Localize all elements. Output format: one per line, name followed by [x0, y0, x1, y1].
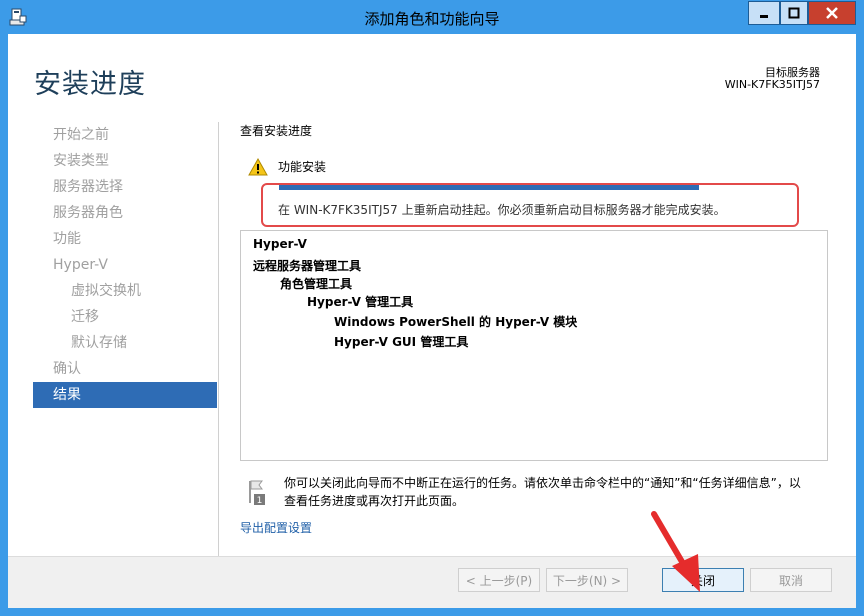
nav-item-virtual-switches[interactable]: 虚拟交换机 [33, 278, 217, 304]
result-item: Windows PowerShell 的 Hyper-V 模块 [334, 315, 578, 329]
next-button[interactable]: 下一步(N) > [546, 568, 628, 592]
window-title: 添加角色和功能向导 [364, 10, 500, 28]
result-item: 远程服务器管理工具 [253, 259, 362, 273]
nav-item-features[interactable]: 功能 [33, 226, 217, 252]
nav-divider [218, 122, 219, 556]
nav-item-default-stores[interactable]: 默认存储 [33, 330, 217, 356]
title-bar[interactable]: 添加角色和功能向导 [0, 0, 864, 34]
wizard-window: 添加角色和功能向导 安装进度 目标服务器 WIN-K7FK35ITJ57 开始之… [0, 0, 864, 616]
nav-item-before-you-begin[interactable]: 开始之前 [33, 122, 217, 148]
section-label: 查看安装进度 [240, 124, 313, 138]
warning-icon [248, 158, 268, 176]
minimize-button[interactable] [748, 1, 780, 25]
close-window-button[interactable] [808, 1, 856, 25]
nav-item-installation-type[interactable]: 安装类型 [33, 148, 217, 174]
maximize-icon [788, 7, 800, 19]
result-item: 角色管理工具 [280, 277, 353, 291]
nav-item-results[interactable]: 结果 [33, 382, 217, 408]
note-line-2: 查看任务进度或再次打开此页面。 [284, 494, 465, 508]
wizard-footer: < 上一步(P) 下一步(N) > 关闭 取消 [8, 557, 856, 608]
nav-item-hyper-v[interactable]: Hyper-V [33, 252, 217, 278]
destination-server-name: WIN-K7FK35ITJ57 [724, 78, 820, 91]
svg-text:1: 1 [257, 496, 263, 506]
note-line-1: 你可以关闭此向导而不中断正在运行的任务。请依次单击命令栏中的“通知”和“任务详细… [284, 476, 801, 490]
close-icon [826, 7, 838, 19]
status-title: 功能安装 [278, 160, 327, 174]
nav-item-server-selection[interactable]: 服务器选择 [33, 174, 217, 200]
result-item: Hyper-V GUI 管理工具 [334, 335, 469, 349]
export-configuration-link[interactable]: 导出配置设置 [240, 519, 312, 536]
result-item: Hyper-V [253, 237, 307, 251]
results-list[interactable]: Hyper-V 远程服务器管理工具 角色管理工具 Hyper-V 管理工具 Wi… [240, 230, 828, 461]
highlight-annotation-box [261, 183, 799, 227]
close-wizard-note: 你可以关闭此向导而不中断正在运行的任务。请依次单击命令栏中的“通知”和“任务详细… [284, 474, 836, 510]
wizard-client-area: 安装进度 目标服务器 WIN-K7FK35ITJ57 开始之前 安装类型 服务器… [8, 34, 856, 608]
cancel-button[interactable]: 取消 [750, 568, 832, 592]
red-arrow-annotation [651, 511, 700, 592]
wizard-nav: 开始之前 安装类型 服务器选择 服务器角色 功能 Hyper-V 虚拟交换机 迁… [33, 122, 217, 408]
nav-item-confirmation[interactable]: 确认 [33, 356, 217, 382]
page-title: 安装进度 [34, 69, 146, 100]
minimize-icon [760, 15, 768, 18]
previous-button[interactable]: < 上一步(P) [458, 568, 540, 592]
result-item: Hyper-V 管理工具 [307, 295, 414, 309]
notification-flag-icon: 1 [249, 480, 265, 506]
nav-item-server-roles[interactable]: 服务器角色 [33, 200, 217, 226]
maximize-button[interactable] [780, 1, 808, 25]
nav-item-migration[interactable]: 迁移 [33, 304, 217, 330]
